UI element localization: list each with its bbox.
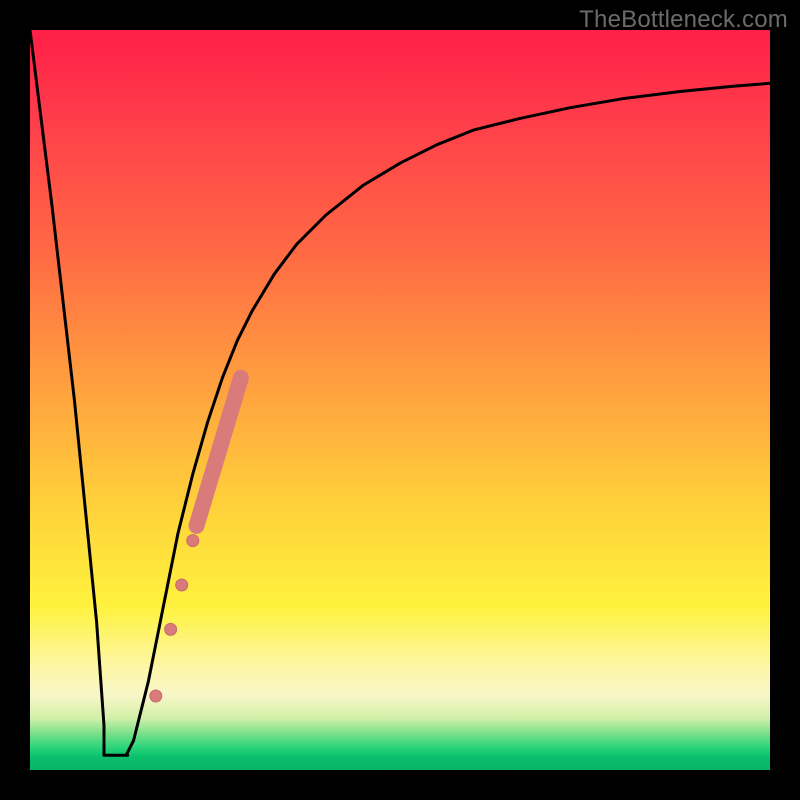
marker-point [150,690,162,702]
marker-group [150,535,199,702]
curve-svg [30,30,770,770]
bottleneck-curve-path [30,30,770,755]
chart-frame: TheBottleneck.com [0,0,800,800]
marker-point [176,579,188,591]
marker-point [165,623,177,635]
marker-point [187,535,199,547]
plot-area [30,30,770,770]
thick-marker-segment [197,378,241,526]
